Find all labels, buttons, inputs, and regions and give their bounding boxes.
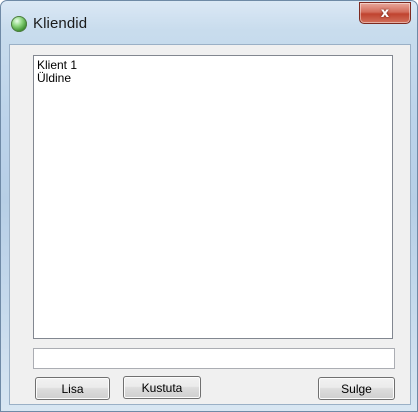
app-icon	[11, 16, 27, 32]
close-window-button[interactable]: x	[359, 2, 411, 24]
list-item[interactable]: Klient 1	[34, 59, 392, 72]
clients-listbox[interactable]: Klient 1 Üldine	[33, 55, 393, 339]
close-icon: x	[380, 5, 390, 21]
delete-button[interactable]: Kustuta	[123, 376, 201, 399]
window-title: Kliendid	[33, 15, 88, 32]
add-button[interactable]: Lisa	[35, 377, 110, 400]
client-area: Klient 1 Üldine Lisa Kustuta Sulge	[9, 44, 411, 405]
close-button[interactable]: Sulge	[318, 377, 395, 400]
dialog-window: Kliendid x Klient 1 Üldine Lisa Kustuta …	[0, 0, 418, 412]
list-item[interactable]: Üldine	[34, 72, 392, 85]
title-bar[interactable]: Kliendid x	[1, 1, 417, 45]
client-name-input[interactable]	[33, 348, 395, 369]
